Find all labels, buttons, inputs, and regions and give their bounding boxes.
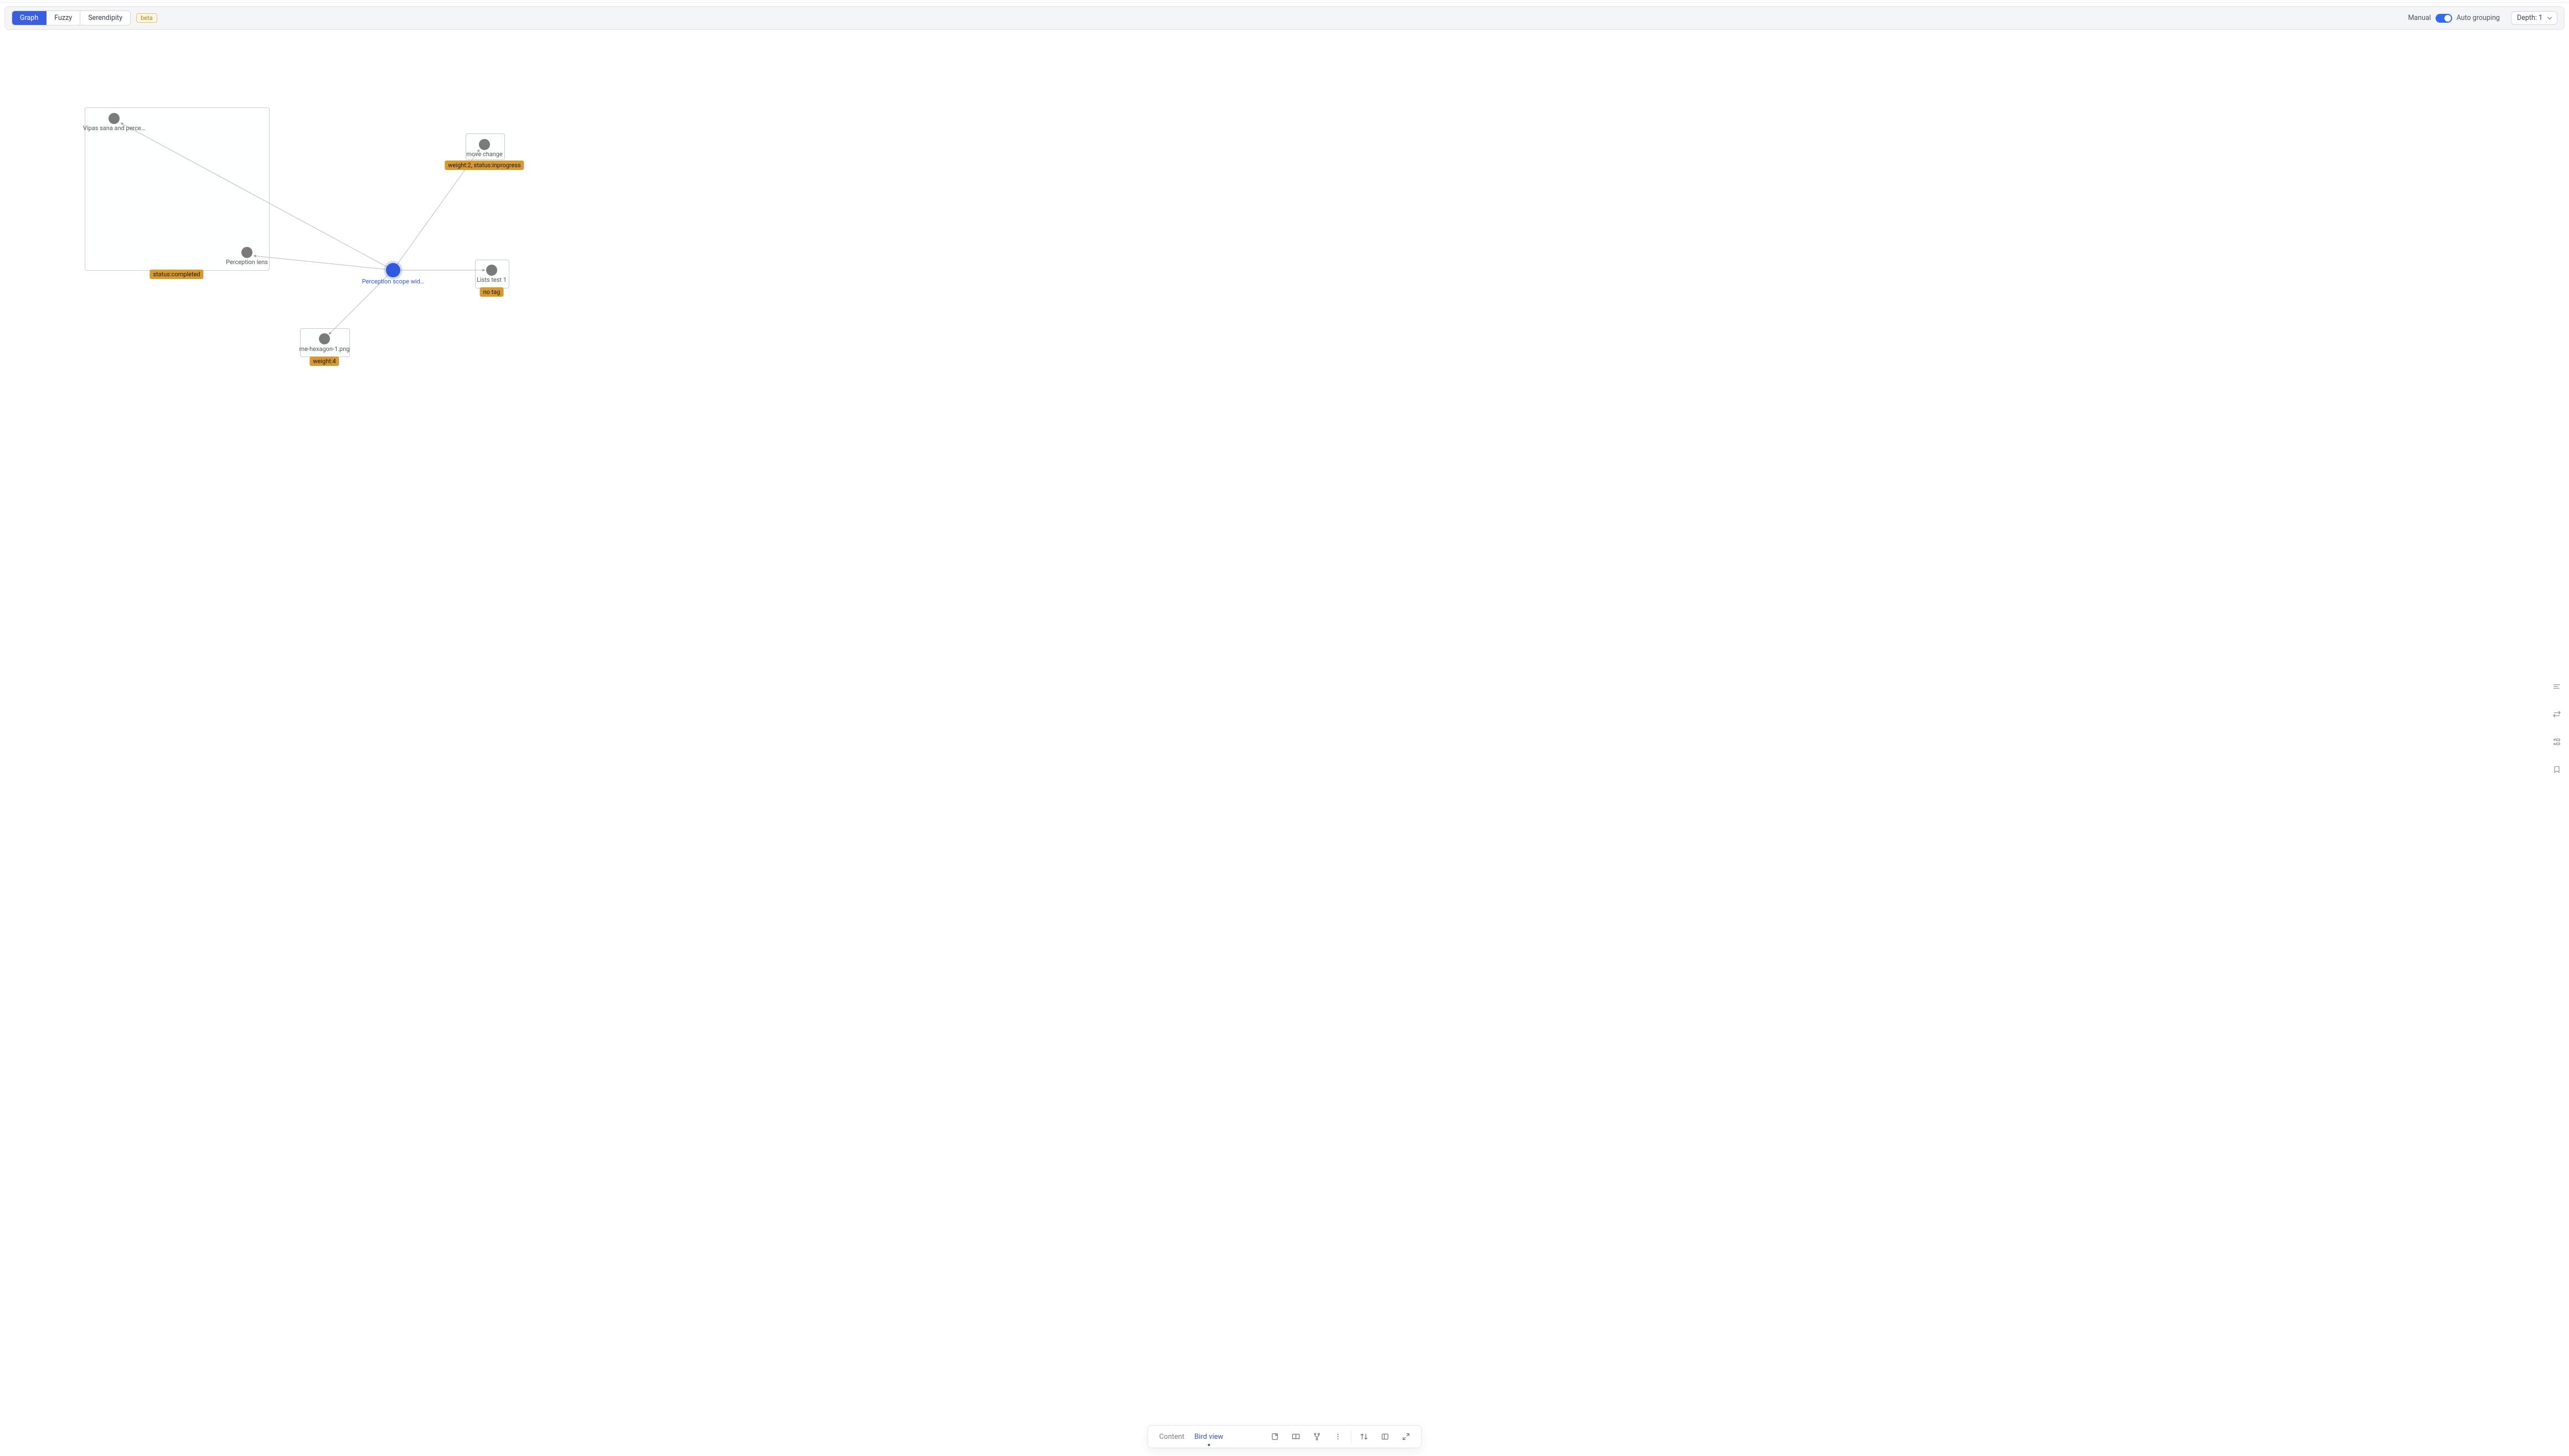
swap-icon[interactable] (2550, 708, 2563, 721)
tag-group-move: weight:2, status:inprogress (445, 161, 524, 170)
top-rule (0, 0, 2569, 3)
node-perc-lens-label: Perception lens (226, 259, 268, 266)
bookmark-icon[interactable] (2550, 763, 2563, 776)
timeline-icon[interactable] (2550, 735, 2563, 748)
bottom-icons-left (1232, 1427, 1350, 1446)
nodes-layer: Perception scope wid… Vipas sana and per… (0, 30, 2569, 1450)
node-center-label: Perception scope wid… (362, 278, 424, 285)
bottom-icons-right (1351, 1427, 1418, 1446)
depth-select[interactable]: Depth: 1 (2511, 11, 2557, 25)
view-tab-graph[interactable]: Graph (12, 11, 47, 25)
right-rail (2548, 677, 2566, 779)
depth-label: Depth: 1 (2517, 14, 2542, 22)
expand-icon[interactable] (1396, 1427, 1415, 1446)
menu-icon[interactable] (2550, 680, 2563, 693)
fork-icon[interactable] (1307, 1427, 1326, 1446)
grouping-switch[interactable] (2436, 14, 2452, 23)
note-icon[interactable] (1265, 1427, 1284, 1446)
column-icon[interactable] (1354, 1427, 1373, 1446)
chevron-down-icon (2547, 16, 2552, 21)
view-tabs: Graph Fuzzy Serendipity (12, 11, 131, 25)
node-move-label: move change (466, 151, 503, 158)
node-move[interactable] (479, 139, 490, 150)
node-vipas-label: Vipas sana and perce… (83, 125, 145, 132)
sidebar-icon[interactable] (1375, 1427, 1394, 1446)
topbar: Graph Fuzzy Serendipity beta Manual Auto… (4, 6, 2565, 30)
view-tab-fuzzy[interactable]: Fuzzy (47, 11, 80, 25)
node-vipas[interactable] (109, 113, 120, 124)
view-tab-serendipity[interactable]: Serendipity (80, 11, 130, 25)
tag-group-hex: weight:4 (309, 357, 339, 366)
tag-group-large: status:completed (149, 270, 203, 279)
beta-badge: beta (136, 13, 157, 23)
toggle-label-manual: Manual (2408, 14, 2431, 22)
node-center[interactable] (386, 263, 400, 277)
node-hex[interactable] (319, 333, 330, 344)
toggle-label-auto: Auto grouping (2457, 14, 2500, 22)
bottom-tabs: Content Bird view (1151, 1433, 1232, 1441)
graph-canvas[interactable]: Perception scope wid… Vipas sana and per… (0, 30, 2569, 1450)
node-hex-label: me-hexagon-1.png (300, 345, 350, 353)
tag-group-lists: no tag (480, 287, 504, 297)
node-perc-lens[interactable] (241, 247, 252, 258)
book-icon[interactable] (1286, 1427, 1305, 1446)
grouping-toggle: Manual Auto grouping (2408, 14, 2500, 23)
bottom-tab-content[interactable]: Content (1159, 1433, 1185, 1441)
more-icon[interactable] (1328, 1427, 1347, 1446)
node-lists-label: Lists test 1 (477, 276, 507, 283)
node-lists[interactable] (486, 265, 497, 276)
bottom-toolbar: Content Bird view (1148, 1425, 1422, 1448)
bottom-tab-birdview[interactable]: Bird view (1194, 1433, 1223, 1441)
